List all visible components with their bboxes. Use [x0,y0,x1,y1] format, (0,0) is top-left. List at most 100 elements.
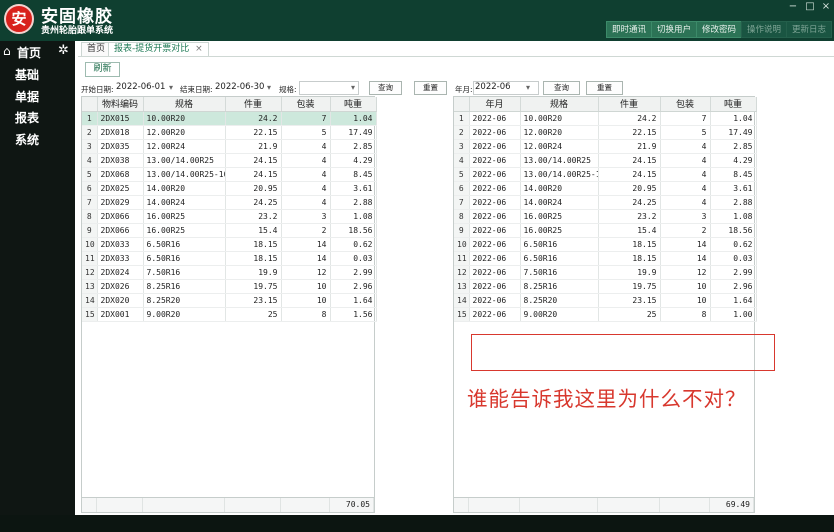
table-row[interactable]: 7 2022-06 14.00R24 24.25 4 2.88 [454,195,757,210]
table-cell[interactable]: 10 [660,279,711,294]
table-cell[interactable]: 24.2 [225,111,282,126]
table-cell[interactable]: 19.9 [598,265,661,280]
reset-button-2[interactable]: 重置 [586,81,623,95]
table-cell[interactable]: 10.00R20 [520,111,599,126]
table-row[interactable]: 6 2DX025 14.00R20 20.95 4 3.61 [82,181,377,196]
table-cell[interactable]: 6.50R16 [520,251,599,266]
table-cell[interactable]: 2022-06 [469,265,521,280]
table-cell[interactable]: 8 [660,307,711,322]
table-row[interactable]: 8 2DX066 16.00R25 23.2 3 1.08 [82,209,377,224]
table-cell[interactable]: 20.95 [598,181,661,196]
table-cell[interactable]: 7.50R16 [520,265,599,280]
table-cell[interactable]: 20.95 [225,181,282,196]
table-cell[interactable]: 2DX033 [97,237,144,252]
table-cell[interactable]: 2022-06 [469,237,521,252]
table-cell[interactable]: 24.25 [225,195,282,210]
table-cell[interactable]: 22.15 [225,125,282,140]
table-cell[interactable]: 4 [281,167,331,182]
table-cell[interactable]: 1.04 [710,111,757,126]
table-row[interactable]: 14 2DX020 8.25R20 23.15 10 1.64 [82,293,377,308]
table-cell[interactable]: 12.00R24 [520,139,599,154]
table-cell[interactable]: 19.75 [225,279,282,294]
table-cell[interactable]: 15.4 [225,223,282,238]
table-cell[interactable]: 16.00R25 [143,223,226,238]
table-row[interactable]: 10 2022-06 6.50R16 18.15 14 0.62 [454,237,757,252]
table-cell[interactable]: 12.00R20 [143,125,226,140]
table-cell[interactable]: 2DX033 [97,251,144,266]
table-cell[interactable]: 2022-06 [469,111,521,126]
instant-message-button[interactable]: 即时通讯 [606,21,653,38]
start-date-input[interactable]: 2022-06-01 [116,82,165,92]
switch-user-button[interactable]: 切换用户 [651,21,698,38]
table-cell[interactable]: 24.25 [598,195,661,210]
sidebar-item-system[interactable]: 系统 [15,131,39,148]
table-cell[interactable]: 18.15 [598,237,661,252]
table-cell[interactable]: 8.25R20 [143,293,226,308]
table-cell[interactable]: 2.99 [710,265,757,280]
table-row[interactable]: 1 2DX015 10.00R20 24.2 7 1.04 [82,111,377,126]
close-window-icon[interactable]: × [820,1,832,12]
table-cell[interactable]: 14 [660,251,711,266]
chevron-down-icon[interactable]: ▾ [169,83,173,92]
table-row[interactable]: 13 2022-06 8.25R16 19.75 10 2.96 [454,279,757,294]
table-cell[interactable]: 1.08 [330,209,377,224]
table-cell[interactable]: 14 [660,237,711,252]
table-cell[interactable]: 4 [660,153,711,168]
table-cell[interactable]: 10 [660,293,711,308]
table-cell[interactable]: 23.15 [225,293,282,308]
table-cell[interactable]: 2.88 [330,195,377,210]
table-cell[interactable]: 4 [281,195,331,210]
table-cell[interactable]: 14 [281,251,331,266]
table-cell[interactable]: 3.61 [710,181,757,196]
table-row[interactable]: 8 2022-06 16.00R25 23.2 3 1.08 [454,209,757,224]
table-row[interactable]: 11 2022-06 6.50R16 18.15 14 0.03 [454,251,757,266]
table-cell[interactable]: 1.00 [710,307,757,322]
column-header[interactable]: 件重 [598,97,661,112]
sidebar-item-reports[interactable]: 报表 [15,109,39,126]
table-cell[interactable]: 13.00/14.00R25-10 [143,167,226,182]
table-cell[interactable]: 3.61 [330,181,377,196]
table-cell[interactable]: 2.85 [330,139,377,154]
column-header[interactable]: 规格 [143,97,226,112]
table-cell[interactable]: 13.00/14.00R25 [520,153,599,168]
table-cell[interactable]: 3 [660,209,711,224]
table-cell[interactable]: 14.00R20 [143,181,226,196]
sidebar-item-documents[interactable]: 单据 [15,88,39,105]
table-cell[interactable]: 8.25R16 [520,279,599,294]
table-row[interactable]: 2 2022-06 12.00R20 22.15 5 17.49 [454,125,757,140]
end-date-input[interactable]: 2022-06-30 [215,82,264,92]
tab-home[interactable]: 首页 [81,42,112,56]
table-cell[interactable]: 2.96 [710,279,757,294]
table-cell[interactable]: 23.2 [225,209,282,224]
table-cell[interactable]: 1.08 [710,209,757,224]
close-icon[interactable]: × [195,44,203,54]
table-cell[interactable]: 4 [281,153,331,168]
table-cell[interactable]: 4 [660,181,711,196]
table-cell[interactable]: 21.9 [225,139,282,154]
table-cell[interactable]: 4 [281,181,331,196]
sidebar-item-basic[interactable]: 基础 [15,66,39,83]
table-row[interactable]: 10 2DX033 6.50R16 18.15 14 0.62 [82,237,377,252]
table-cell[interactable]: 6.50R16 [143,237,226,252]
table-cell[interactable]: 2DX068 [97,167,144,182]
table-row[interactable]: 9 2DX066 16.00R25 15.4 2 18.56 [82,223,377,238]
table-cell[interactable]: 2DX035 [97,139,144,154]
table-row[interactable]: 3 2DX035 12.00R24 21.9 4 2.85 [82,139,377,154]
table-cell[interactable]: 17.49 [330,125,377,140]
column-header[interactable]: 包装 [660,97,711,112]
table-row[interactable]: 7 2DX029 14.00R24 24.25 4 2.88 [82,195,377,210]
column-header[interactable]: 吨重 [330,97,377,112]
table-row[interactable]: 5 2022-06 13.00/14.00R25-1 24.15 4 8.45 [454,167,757,182]
table-cell[interactable]: 2DX026 [97,279,144,294]
table-cell[interactable]: 7.50R16 [143,265,226,280]
table-row[interactable]: 15 2022-06 9.00R20 25 8 1.00 [454,307,757,322]
table-cell[interactable]: 24.15 [225,167,282,182]
table-row[interactable]: 12 2022-06 7.50R16 19.9 12 2.99 [454,265,757,280]
table-cell[interactable]: 2DX015 [97,111,144,126]
table-cell[interactable]: 18.15 [225,251,282,266]
table-row[interactable]: 15 2DX001 9.00R20 25 8 1.56 [82,307,377,322]
table-cell[interactable]: 2022-06 [469,209,521,224]
table-cell[interactable]: 2022-06 [469,125,521,140]
change-password-button[interactable]: 修改密码 [696,21,743,38]
table-cell[interactable]: 2022-06 [469,153,521,168]
